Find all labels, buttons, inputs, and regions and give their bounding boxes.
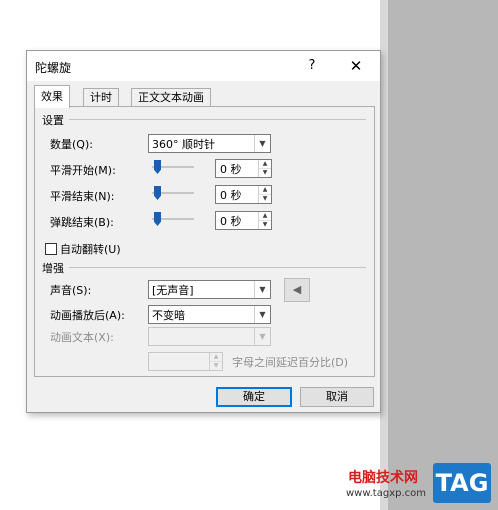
- chevron-down-icon[interactable]: ▼: [254, 135, 270, 152]
- dialog-title: 陀螺旋: [35, 61, 72, 75]
- after-animation-select[interactable]: 不变暗 ▼: [148, 305, 271, 324]
- slider-thumb[interactable]: [154, 186, 161, 200]
- bounce-end-slider[interactable]: [152, 212, 194, 226]
- auto-reverse-label[interactable]: 自动翻转(U): [60, 241, 121, 257]
- spinner-buttons: ▲ ▼: [209, 353, 222, 370]
- smooth-start-label: 平滑开始(M):: [50, 164, 116, 177]
- spin-up-icon[interactable]: ▲: [259, 160, 271, 169]
- settings-section-title: 设置: [42, 114, 64, 127]
- animate-text-select: ▼: [148, 327, 271, 346]
- spin-up-icon[interactable]: ▲: [259, 186, 271, 195]
- sound-label: 声音(S):: [50, 284, 92, 297]
- watermark-url: www.tagxp.com: [346, 488, 426, 499]
- smooth-end-slider[interactable]: [152, 186, 194, 200]
- tab-timing[interactable]: 计时: [83, 88, 119, 107]
- amount-label: 数量(Q):: [50, 138, 93, 151]
- speaker-icon[interactable]: ◀: [284, 278, 310, 302]
- watermark-site-name: 电脑技术网: [348, 470, 418, 486]
- document-page-edge: [380, 0, 388, 510]
- close-button[interactable]: ✕: [345, 56, 367, 76]
- site-watermark: 电脑技术网 www.tagxp.com TAG: [338, 455, 498, 510]
- amount-value: 360° 顺时针: [152, 138, 215, 151]
- smooth-start-slider[interactable]: [152, 160, 194, 174]
- slider-thumb[interactable]: [154, 212, 161, 226]
- letter-delay-spinner: ▲ ▼: [148, 352, 223, 371]
- help-button[interactable]: ?: [303, 57, 321, 75]
- tab-effect[interactable]: 效果: [34, 85, 70, 108]
- bounce-end-value: 0 秒: [220, 215, 242, 228]
- spinner-buttons: ▲ ▼: [258, 186, 271, 203]
- enhance-divider: [69, 267, 366, 268]
- bounce-end-label: 弹跳结束(B):: [50, 216, 114, 229]
- dialog-titlebar: 陀螺旋 ? ✕: [27, 51, 380, 81]
- smooth-start-value: 0 秒: [220, 163, 242, 176]
- cancel-button[interactable]: 取消: [300, 387, 374, 407]
- letter-delay-label: 字母之间延迟百分比(D): [232, 356, 349, 369]
- chevron-down-icon[interactable]: ▼: [254, 306, 270, 323]
- enhance-section-title: 增强: [42, 262, 64, 275]
- settings-divider: [69, 119, 366, 120]
- spin-up-icon: ▲: [210, 353, 222, 362]
- smooth-start-spinner[interactable]: 0 秒 ▲ ▼: [215, 159, 272, 178]
- tab-text-animation[interactable]: 正文文本动画: [131, 88, 211, 107]
- chevron-down-icon[interactable]: ▼: [254, 281, 270, 298]
- spin-down-icon[interactable]: ▼: [259, 169, 271, 177]
- animate-text-label: 动画文本(X):: [50, 331, 114, 344]
- amount-select[interactable]: 360° 顺时针 ▼: [148, 134, 271, 153]
- spin-down-icon[interactable]: ▼: [259, 221, 271, 229]
- bounce-end-spinner[interactable]: 0 秒 ▲ ▼: [215, 211, 272, 230]
- spinner-buttons: ▲ ▼: [258, 160, 271, 177]
- document-background: [388, 0, 498, 510]
- after-animation-label: 动画播放后(A):: [50, 309, 125, 322]
- after-animation-value: 不变暗: [152, 309, 185, 322]
- smooth-end-spinner[interactable]: 0 秒 ▲ ▼: [215, 185, 272, 204]
- chevron-down-icon: ▼: [254, 328, 270, 345]
- spin-effect-dialog: 陀螺旋 ? ✕ 效果 计时 正文文本动画 设置 数量(Q): 360° 顺时针 …: [26, 50, 381, 413]
- ok-button[interactable]: 确定: [216, 387, 292, 407]
- spinner-buttons: ▲ ▼: [258, 212, 271, 229]
- spin-up-icon[interactable]: ▲: [259, 212, 271, 221]
- sound-select[interactable]: [无声音] ▼: [148, 280, 271, 299]
- smooth-end-label: 平滑结束(N):: [50, 190, 115, 203]
- watermark-tag-logo: TAG: [433, 463, 491, 503]
- spin-down-icon: ▼: [213, 362, 219, 369]
- slider-thumb[interactable]: [154, 160, 161, 174]
- effect-tab-panel: 设置 数量(Q): 360° 顺时针 ▼ 平滑开始(M): 0 秒 ▲ ▼ 平滑…: [34, 106, 375, 377]
- smooth-end-value: 0 秒: [220, 189, 242, 202]
- sound-value: [无声音]: [152, 284, 194, 297]
- spin-down-icon[interactable]: ▼: [259, 195, 271, 203]
- auto-reverse-checkbox[interactable]: [45, 243, 57, 255]
